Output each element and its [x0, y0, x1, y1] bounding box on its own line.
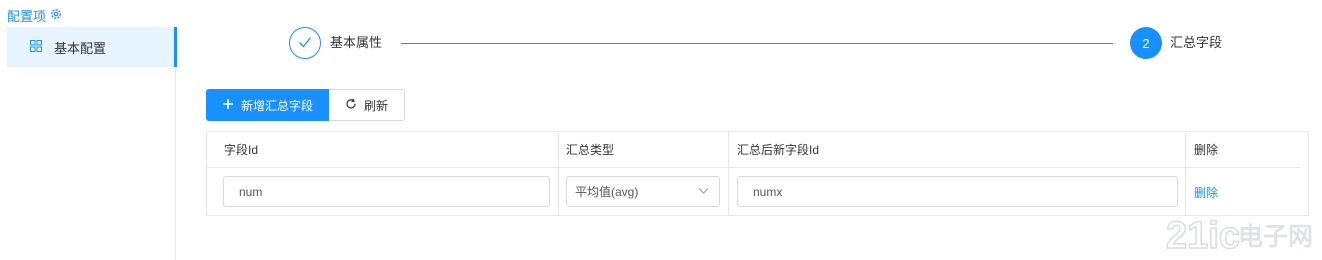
sidebar-item-label: 基本配置: [54, 40, 107, 56]
column-header-field-id: 字段Id: [224, 143, 259, 157]
new-field-id-input[interactable]: numx: [737, 176, 1178, 207]
add-summary-field-button[interactable]: 新增汇总字段: [206, 89, 329, 121]
sidebar-title: 配置项: [7, 6, 62, 24]
sidebar-title-label: 配置项: [7, 8, 47, 24]
plus-icon: [222, 98, 234, 113]
check-icon: [297, 34, 313, 53]
step-2-circle: 2: [1130, 27, 1162, 59]
sidebar-item-basic-config[interactable]: 基本配置: [7, 27, 177, 67]
column-divider: [728, 132, 729, 215]
column-divider: [1185, 132, 1186, 215]
gear-icon[interactable]: [50, 8, 62, 23]
summary-fields-table: 字段Id 汇总类型 汇总后新字段Id 删除 num 平均值(avg) numx …: [206, 131, 1309, 216]
agg-type-value: 平均值(avg): [575, 185, 639, 199]
svg-text:21ic: 21ic: [1166, 215, 1240, 254]
add-button-label: 新增汇总字段: [240, 98, 313, 113]
field-id-input[interactable]: num: [223, 176, 550, 207]
svg-text:电子网: 电子网: [1238, 222, 1313, 251]
grid-icon: [30, 39, 42, 55]
page: 配置项 基本配置 基本属性 2 汇总字段 新增汇总字段 刷新 字段Id 汇总类型: [0, 0, 1322, 260]
column-divider: [558, 132, 559, 215]
watermark-logo: 21ic 电子网: [1165, 212, 1316, 258]
column-header-delete: 删除: [1194, 143, 1219, 157]
chevron-down-icon: [698, 185, 709, 199]
refresh-icon: [345, 98, 357, 113]
refresh-button-label: 刷新: [363, 98, 388, 113]
column-header-new-field-id: 汇总后新字段Id: [737, 143, 820, 157]
step-1-circle: [289, 27, 321, 59]
header-divider: [207, 167, 1300, 168]
refresh-button[interactable]: 刷新: [329, 89, 405, 121]
delete-link[interactable]: 删除: [1194, 184, 1218, 201]
step-1-label: 基本属性: [330, 35, 383, 50]
agg-type-select[interactable]: 平均值(avg): [566, 176, 720, 207]
sidebar-divider: [175, 67, 176, 260]
step-2-label: 汇总字段: [1170, 35, 1223, 50]
step-connector: [401, 43, 1113, 44]
column-header-agg-type: 汇总类型: [566, 143, 615, 157]
